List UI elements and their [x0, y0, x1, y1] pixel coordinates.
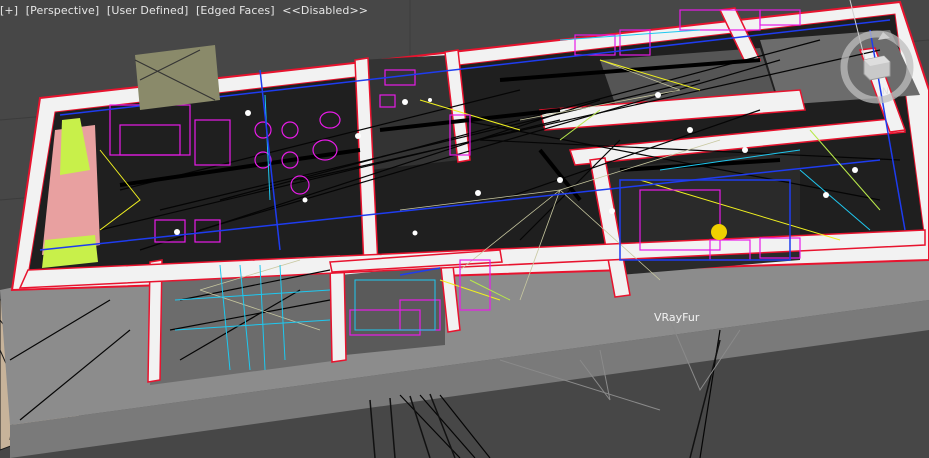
object-name-label: VRayFur — [654, 311, 700, 324]
compass-n-label: N — [882, 87, 889, 97]
sun-light-object — [711, 224, 727, 240]
viewport-menu-disabled[interactable]: <<Disabled>> — [282, 4, 368, 17]
viewport-menu-plus[interactable]: [+] — [0, 4, 18, 17]
viewport-menu-shading[interactable]: [Edged Faces] — [196, 4, 275, 17]
perspective-viewport[interactable]: [+] [Perspective] [User Defined] [Edged … — [0, 0, 929, 458]
viewport-label: [+] [Perspective] [User Defined] [Edged … — [0, 4, 368, 17]
scene-render[interactable] — [0, 0, 929, 458]
hatched-object-top — [134, 45, 220, 110]
viewcube-icon[interactable]: N — [838, 28, 916, 106]
viewport-menu-view[interactable]: [Perspective] — [26, 4, 100, 17]
viewport-menu-camera[interactable]: [User Defined] — [107, 4, 188, 17]
